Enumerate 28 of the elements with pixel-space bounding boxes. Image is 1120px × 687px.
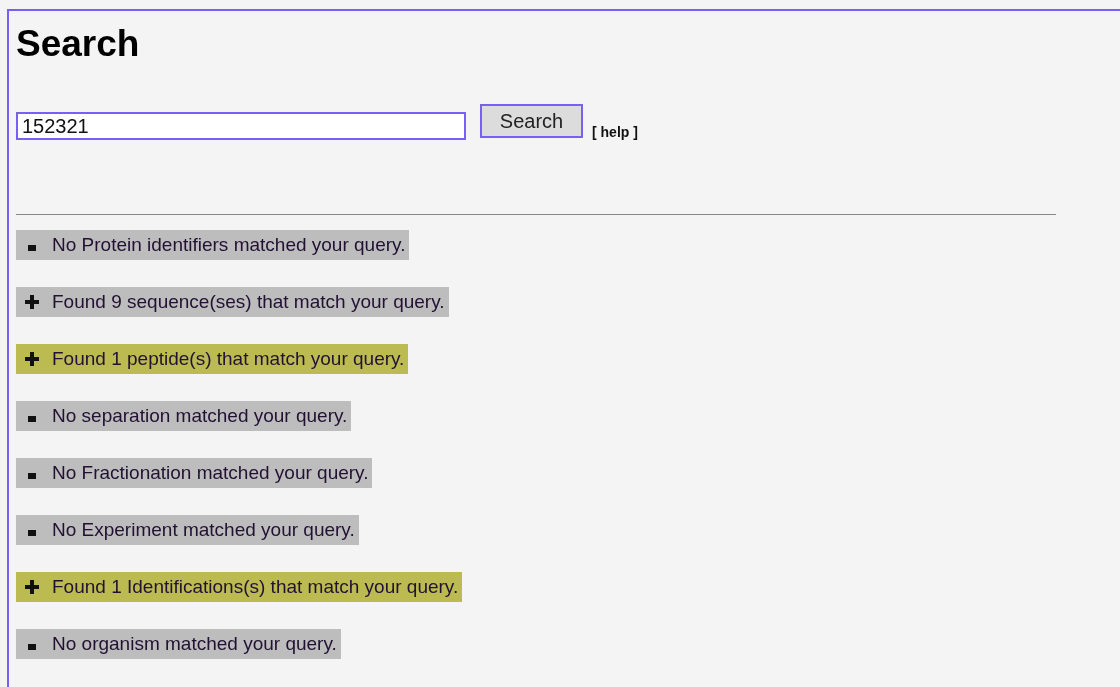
plus-icon [25, 295, 39, 309]
result-text: Found 1 peptide(s) that match your query. [52, 348, 405, 370]
help-link[interactable]: [ help ] [592, 124, 638, 140]
result-text: No Experiment matched your query. [52, 519, 355, 541]
search-field[interactable]: 152321 [16, 112, 466, 140]
result-text: No Fractionation matched your query. [52, 462, 369, 484]
result-bar[interactable]: No Protein identifiers matched your query. [16, 230, 410, 260]
minus-icon [28, 473, 36, 479]
result-bar[interactable]: No Experiment matched your query. [16, 515, 359, 545]
result-text: No separation matched your query. [52, 405, 348, 427]
result-text: No organism matched your query. [52, 633, 337, 655]
minus-icon [28, 530, 36, 536]
result-text: Found 1 Identifications(s) that match your query. [52, 576, 459, 598]
plus-icon [25, 580, 39, 594]
minus-icon [28, 416, 36, 422]
result-bar[interactable]: No separation matched your query. [16, 401, 352, 431]
result-bar[interactable]: No organism matched your query. [16, 629, 341, 659]
minus-icon [28, 245, 36, 251]
plus-icon [25, 352, 39, 366]
result-text: No Protein identifiers matched your query. [52, 234, 406, 256]
result-bar[interactable]: Found 1 Identifications(s) that match your query. [16, 572, 463, 602]
search-button[interactable]: Search [480, 104, 583, 138]
page-title: Search [16, 22, 141, 66]
result-text: Found 9 sequence(ses) that match your query. [52, 291, 445, 313]
result-bar[interactable]: Found 9 sequence(ses) that match your query. [16, 287, 449, 317]
minus-icon [28, 644, 36, 650]
result-bar[interactable]: No Fractionation matched your query. [16, 458, 373, 488]
result-bar[interactable]: Found 1 peptide(s) that match your query. [16, 344, 409, 374]
